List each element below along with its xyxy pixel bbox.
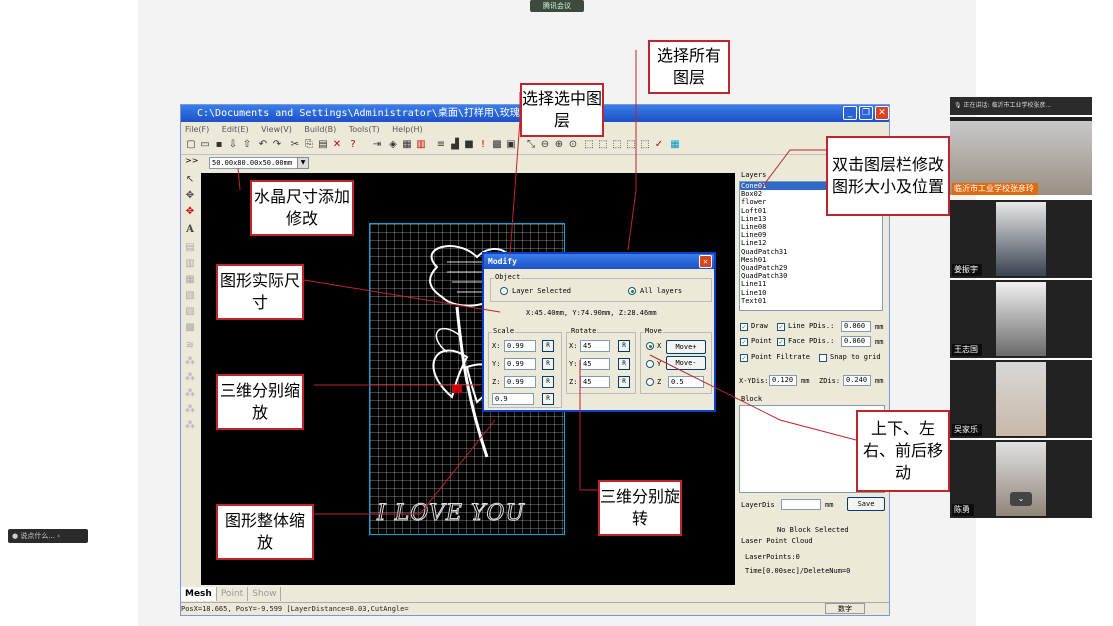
speaking-indicator: 🎙 正在讲话: 临沂市工业学校张彦... <box>950 97 1092 115</box>
callout-select-layer: 选择选中图层 <box>520 83 604 137</box>
participant-tile[interactable]: 王志国 <box>950 280 1092 358</box>
participant-video <box>996 362 1046 436</box>
participant-tile[interactable]: 吴家乐 <box>950 360 1092 438</box>
participant-name: 吴家乐 <box>952 424 982 436</box>
participant-tile[interactable]: 临沂市工业学校张彦玲 <box>950 117 1092 195</box>
callout-crystal: 水晶尺寸添加修改 <box>250 180 354 236</box>
callout-line-select-layer <box>509 92 521 256</box>
callout-actual: 图形实际尺寸 <box>216 264 304 320</box>
callout-line-actual <box>303 279 501 313</box>
callout-line-scale-all <box>314 419 496 515</box>
callout-scale3d: 三维分别缩放 <box>216 374 304 430</box>
callout-line-dblclick <box>759 149 826 191</box>
callout-line-rotate3d <box>579 360 598 491</box>
callout-scale-all: 图形整体缩放 <box>216 504 314 560</box>
participant-name: 陈勇 <box>952 504 974 516</box>
callout-rotate3d: 三维分别旋转 <box>598 480 682 536</box>
participant-tile[interactable]: 姜振宇 <box>950 200 1092 278</box>
participant-tile[interactable]: ⌄ 陈勇 <box>950 440 1092 518</box>
participant-video <box>996 202 1046 276</box>
callout-move: 上下、左右、前后移动 <box>856 410 950 492</box>
speaking-text: 正在讲话: 临沂市工业学校张彦... <box>963 102 1052 109</box>
callout-line-move <box>649 354 857 441</box>
callout-line-crystal <box>237 167 241 191</box>
participant-name: 姜振宇 <box>952 264 982 276</box>
callout-select-all: 选择所有图层 <box>648 40 730 94</box>
mic-icon: 🎙 <box>954 102 962 109</box>
participant-name: 临沂市工业学校张彦玲 <box>952 183 1038 195</box>
chevron-down-icon[interactable]: ⌄ <box>1010 492 1032 506</box>
participant-video <box>996 282 1046 356</box>
callout-dblclick: 双击图层栏修改图形大小及位置 <box>826 136 950 216</box>
callout-line-select-all <box>627 50 637 251</box>
participant-name: 王志国 <box>952 344 982 356</box>
